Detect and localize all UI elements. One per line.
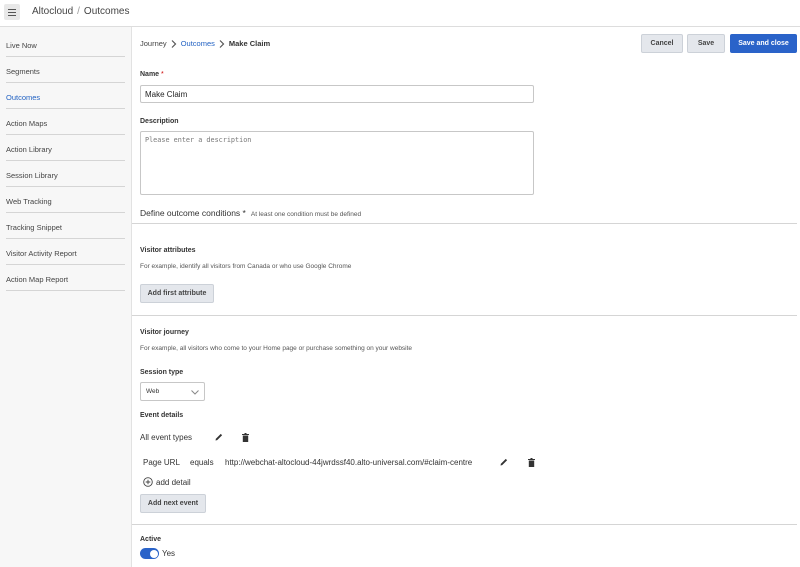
pencil-icon (500, 458, 508, 466)
add-detail-button[interactable] (143, 477, 153, 487)
sidebar-item-web-tracking[interactable]: Web Tracking (6, 187, 125, 213)
save-and-close-button[interactable]: Save and close (730, 34, 797, 53)
event-types-text: All event types (140, 433, 193, 442)
delete-event-button[interactable] (240, 432, 250, 442)
toggle-knob (149, 549, 158, 558)
name-label: Name * (140, 71, 164, 78)
app-breadcrumb: Altocloud / Outcomes (32, 6, 130, 17)
conditions-title-text: Define outcome conditions (140, 208, 241, 218)
description-textarea[interactable]: Please enter a description (140, 131, 534, 195)
session-type-value: Web (146, 388, 160, 395)
trash-icon (527, 457, 535, 467)
conditions-note: At least one condition must be defined (250, 211, 362, 218)
add-next-event-button[interactable]: Add next event (140, 494, 206, 513)
breadcrumb-current: Make Claim (228, 39, 271, 48)
divider (132, 524, 797, 525)
chevron-right-icon (219, 39, 225, 48)
visitor-journey-hint: For example, all visitors who come to yo… (140, 345, 413, 352)
condition-field: Page URL (143, 458, 180, 467)
menu-button[interactable] (4, 4, 20, 20)
app-breadcrumb-separator: / (77, 6, 80, 17)
app-name[interactable]: Altocloud (32, 6, 73, 17)
cancel-button[interactable]: Cancel (641, 34, 683, 53)
add-detail-label[interactable]: add detail (156, 478, 191, 487)
name-input[interactable]: Make Claim (140, 85, 534, 103)
sidebar-item-live-now[interactable]: Live Now (6, 31, 125, 57)
required-mark: * (161, 71, 164, 78)
divider (132, 223, 797, 224)
session-type-label: Session type (140, 369, 184, 376)
add-circle-icon (143, 477, 153, 487)
pencil-icon (215, 433, 223, 441)
edit-condition-button[interactable] (499, 457, 509, 467)
sidebar-item-visitor-activity-report[interactable]: Visitor Activity Report (6, 239, 125, 265)
hamburger-icon (8, 8, 16, 16)
active-value: Yes (162, 549, 176, 558)
breadcrumb: Journey Outcomes Make Claim (140, 39, 270, 48)
sidebar-item-action-maps[interactable]: Action Maps (6, 109, 125, 135)
breadcrumb-journey[interactable]: Journey (140, 39, 167, 48)
event-details-label: Event details (140, 412, 184, 419)
save-button[interactable]: Save (687, 34, 725, 53)
session-type-select[interactable]: Web (140, 382, 205, 401)
description-label: Description (140, 118, 179, 125)
top-bar: Altocloud / Outcomes (0, 0, 800, 27)
conditions-title: Define outcome conditions * At least one … (140, 208, 361, 218)
trash-icon (241, 432, 249, 442)
delete-condition-button[interactable] (526, 457, 536, 467)
sidebar-item-action-map-report[interactable]: Action Map Report (6, 265, 125, 291)
edit-event-types-button[interactable] (214, 432, 224, 442)
chevron-down-icon (191, 390, 199, 395)
sidebar-item-action-library[interactable]: Action Library (6, 135, 125, 161)
condition-operator: equals (190, 458, 214, 467)
breadcrumb-outcomes[interactable]: Outcomes (181, 39, 215, 48)
sidebar-item-tracking-snippet[interactable]: Tracking Snippet (6, 213, 125, 239)
required-mark: * (242, 208, 246, 218)
visitor-attributes-hint: For example, identify all visitors from … (140, 263, 352, 270)
visitor-journey-title: Visitor journey (140, 329, 189, 336)
sidebar-item-segments[interactable]: Segments (6, 57, 125, 83)
add-first-attribute-button[interactable]: Add first attribute (140, 284, 214, 303)
sidebar: Live Now Segments Outcomes Action Maps A… (0, 27, 132, 567)
visitor-attributes-title: Visitor attributes (140, 247, 196, 254)
active-toggle[interactable] (140, 548, 159, 559)
sidebar-item-outcomes[interactable]: Outcomes (6, 83, 125, 109)
chevron-right-icon (171, 39, 177, 48)
divider (132, 315, 797, 316)
main-content: Journey Outcomes Make Claim Cancel Save … (132, 27, 800, 567)
sidebar-item-session-library[interactable]: Session Library (6, 161, 125, 187)
active-label: Active (140, 536, 162, 543)
app-section: Outcomes (83, 6, 130, 17)
condition-value: http://webchat-altocloud-44jwrdssf40.alt… (225, 458, 473, 467)
name-label-text: Name (140, 71, 160, 78)
